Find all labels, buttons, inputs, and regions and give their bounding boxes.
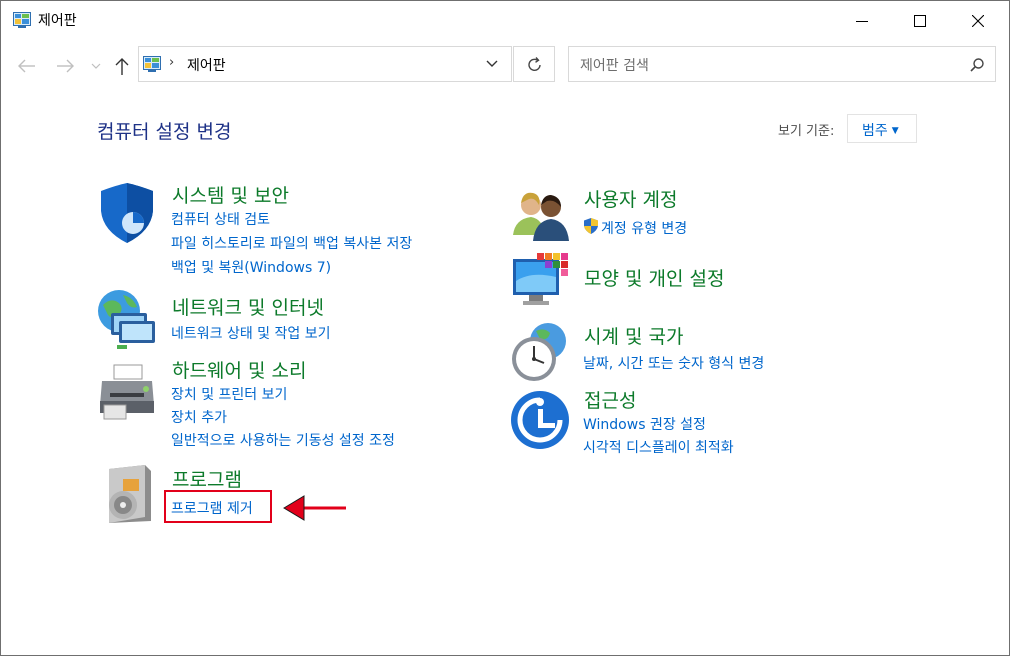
category-programs[interactable]: 프로그램 [172,465,242,492]
link-review-computer-status[interactable]: 컴퓨터 상태 검토 [171,209,270,229]
link-network-status-tasks[interactable]: 네트워크 상태 및 작업 보기 [171,323,330,343]
forward-arrow-icon[interactable] [53,55,77,77]
category-system-security[interactable]: 시스템 및 보안 [172,181,289,208]
uac-shield-icon [584,218,598,234]
window-title: 제어판 [38,13,77,29]
program-disc-icon[interactable] [101,465,163,527]
back-arrow-icon[interactable] [15,55,39,77]
dropdown-caret-icon: ▼ [891,126,899,136]
accessibility-icon[interactable] [509,389,571,451]
control-panel-window: 제어판 › 제어판 제어판 검색 컴퓨터 설정 변경 보기 기준: 범주 ▼ 시… [0,0,1010,656]
view-by-dropdown[interactable]: 범주 ▼ [847,114,917,143]
link-mobility-settings[interactable]: 일반적으로 사용하는 기동성 설정 조정 [171,430,395,450]
minimize-icon [856,21,868,22]
address-bar[interactable]: › 제어판 [138,46,512,82]
close-button[interactable] [949,1,1007,41]
users-icon[interactable] [511,185,573,247]
control-panel-icon [143,56,161,72]
category-user-accounts[interactable]: 사용자 계정 [584,185,677,212]
view-by-label: 보기 기준: [778,124,835,139]
minimize-button[interactable] [833,1,891,41]
maximize-button[interactable] [891,1,949,41]
link-file-history-backup[interactable]: 파일 히스토리로 파일의 백업 복사본 저장 [171,233,412,253]
breadcrumb-control-panel[interactable]: 제어판 [187,55,226,75]
shield-icon[interactable] [97,183,159,245]
view-by-value: 범주 [862,123,888,139]
red-arrow-annotation-icon [283,495,346,521]
address-dropdown-chevron-icon[interactable] [485,59,499,69]
recent-locations-chevron-icon[interactable] [89,55,103,77]
refresh-button[interactable] [513,46,555,82]
printer-icon[interactable] [96,361,158,423]
category-ease-of-access[interactable]: 접근성 [584,386,636,413]
up-arrow-icon[interactable] [111,55,133,77]
category-clock-region[interactable]: 시계 및 국가 [584,322,683,349]
search-icon[interactable] [969,57,985,73]
refresh-icon [528,57,541,71]
page-title: 컴퓨터 설정 변경 [97,121,232,143]
link-optimize-visual-display[interactable]: 시각적 디스플레이 최적화 [583,437,734,457]
monitor-palette-icon[interactable] [511,251,573,313]
network-globe-icon[interactable] [97,289,159,351]
link-backup-restore[interactable]: 백업 및 복원(Windows 7) [171,257,331,277]
maximize-icon [914,15,926,27]
highlight-annotation-box [164,490,272,523]
category-hardware-sound[interactable]: 하드웨어 및 소리 [172,356,306,383]
link-change-account-type[interactable]: 계정 유형 변경 [601,218,687,238]
link-date-time-number-format[interactable]: 날짜, 시간 또는 숫자 형식 변경 [583,353,764,373]
clock-globe-icon[interactable] [508,321,570,383]
breadcrumb-separator[interactable]: › [169,55,174,70]
category-network-internet[interactable]: 네트워크 및 인터넷 [172,293,324,320]
search-placeholder[interactable]: 제어판 검색 [580,55,649,75]
control-panel-icon [13,12,31,28]
title-bar[interactable]: 제어판 [1,1,1009,41]
link-recommended-settings[interactable]: Windows 권장 설정 [583,414,706,434]
category-appearance-personalization[interactable]: 모양 및 개인 설정 [584,264,724,291]
link-devices-printers[interactable]: 장치 및 프린터 보기 [171,384,287,404]
close-icon [972,15,984,27]
link-add-device[interactable]: 장치 추가 [171,407,227,427]
search-box[interactable]: 제어판 검색 [568,46,996,82]
